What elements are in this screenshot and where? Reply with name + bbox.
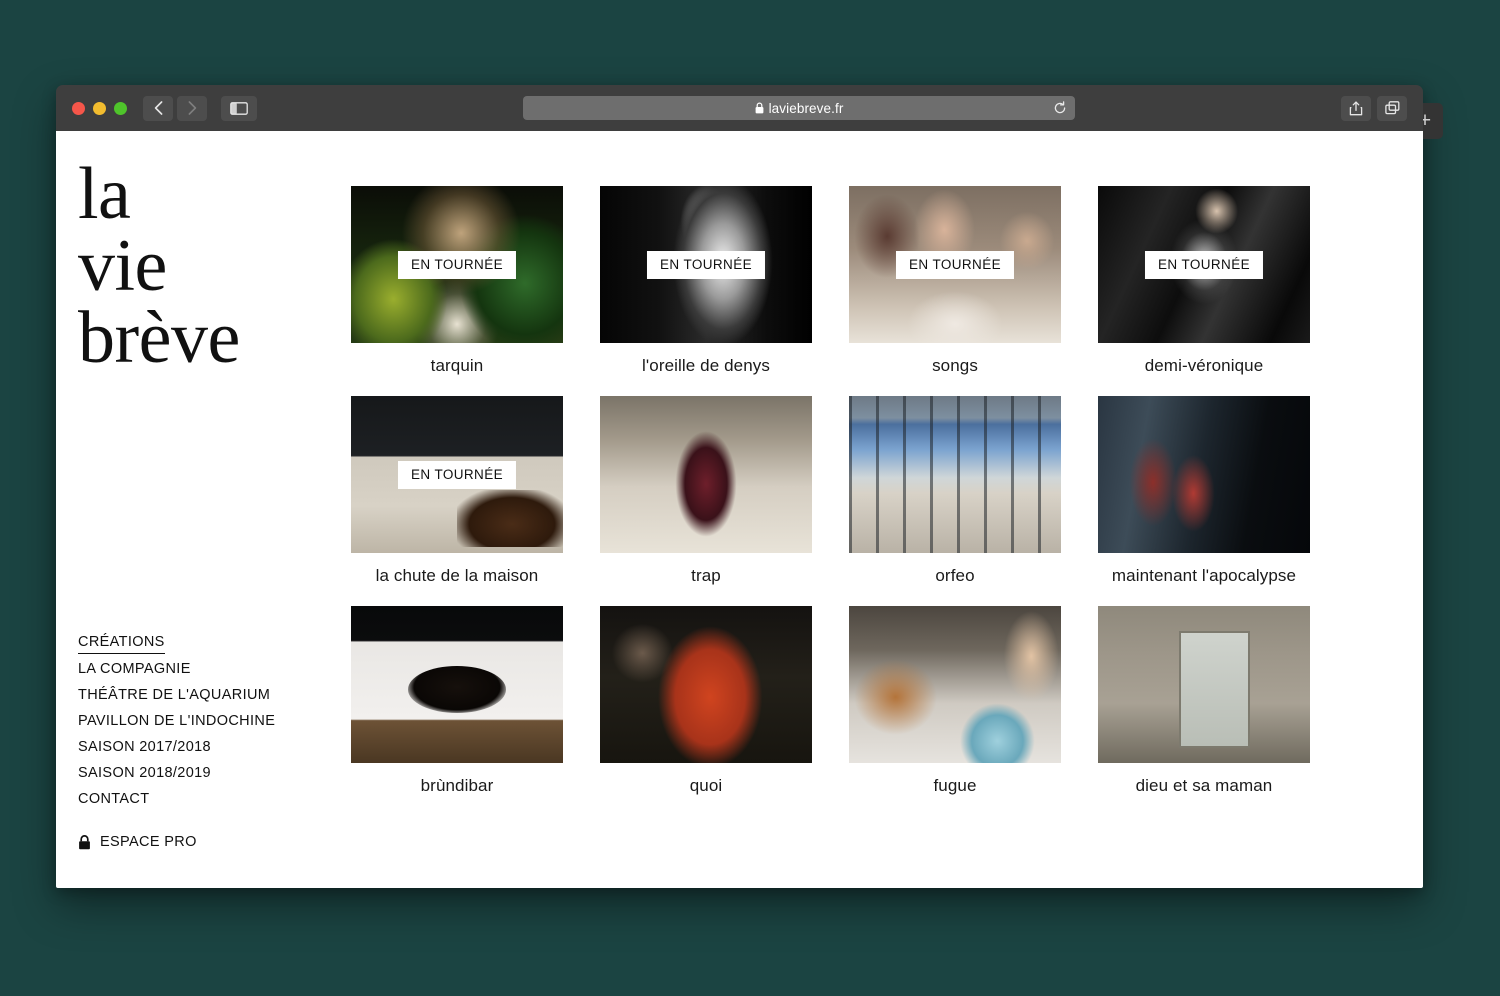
- status-badge: EN TOURNÉE: [895, 250, 1015, 279]
- nav-item-la-compagnie[interactable]: LA COMPAGNIE: [78, 656, 338, 682]
- address-bar[interactable]: laviebreve.fr: [523, 96, 1075, 120]
- production-thumbnail[interactable]: [849, 606, 1061, 763]
- logo-line-1: la: [78, 153, 131, 235]
- production-title: songs: [932, 356, 978, 375]
- production-title: l'oreille de denys: [642, 356, 770, 375]
- tab-overview-icon: [1384, 101, 1399, 115]
- production-thumbnail[interactable]: EN TOURNÉE: [351, 186, 563, 343]
- production-thumbnail[interactable]: EN TOURNÉE: [600, 186, 812, 343]
- production-thumbnail[interactable]: EN TOURNÉE: [1098, 186, 1310, 343]
- production-card[interactable]: EN TOURNÉE l'oreille de denys: [600, 186, 812, 376]
- close-window-button[interactable]: [72, 101, 85, 115]
- production-title: trap: [691, 566, 721, 585]
- site-logo[interactable]: la vie brève: [76, 153, 351, 379]
- status-badge: EN TOURNÉE: [397, 460, 517, 489]
- production-thumbnail[interactable]: [351, 606, 563, 763]
- site-navigation: CRÉATIONS LA COMPAGNIE THÉÂTRE DE L'AQUA…: [78, 631, 338, 850]
- production-card[interactable]: EN TOURNÉE tarquin: [351, 186, 563, 376]
- navigation-buttons: [143, 95, 207, 121]
- production-title: brùndibar: [420, 776, 494, 795]
- nav-item-contact[interactable]: CONTACT: [78, 786, 338, 812]
- address-bar-area: laviebreve.fr: [271, 96, 1327, 120]
- nav-item-pavillon-de-l-indochine[interactable]: PAVILLON DE L'INDOCHINE: [78, 708, 338, 734]
- production-card[interactable]: EN TOURNÉE songs: [849, 186, 1061, 376]
- espace-pro-label: ESPACE PRO: [100, 834, 197, 850]
- minimize-window-button[interactable]: [93, 101, 106, 115]
- production-card[interactable]: EN TOURNÉE la chute de la maison: [351, 396, 563, 586]
- web-page: la vie brève CRÉATIONS LA COMPAGNIE THÉÂ…: [56, 131, 1423, 888]
- production-title: orfeo: [935, 566, 975, 585]
- production-title: dieu et sa maman: [1135, 776, 1273, 795]
- production-title: quoi: [689, 776, 723, 795]
- tab-overview-button[interactable]: [1377, 95, 1407, 121]
- production-title: demi-véronique: [1144, 356, 1264, 375]
- site-sidebar: la vie brève CRÉATIONS LA COMPAGNIE THÉÂ…: [56, 131, 351, 888]
- nav-item-saison-2017-2018[interactable]: SAISON 2017/2018: [78, 734, 338, 760]
- nav-item-saison-2018-2019[interactable]: SAISON 2018/2019: [78, 760, 338, 786]
- nav-item-theatre-de-l-aquarium[interactable]: THÉÂTRE DE L'AQUARIUM: [78, 682, 338, 708]
- nav-item-creations: CRÉATIONS: [78, 631, 338, 656]
- production-thumbnail[interactable]: EN TOURNÉE: [351, 396, 563, 553]
- sidebar-toggle-wrap: [221, 95, 257, 121]
- back-button[interactable]: [143, 95, 173, 121]
- logo-line-2: vie: [78, 224, 167, 307]
- production-title: fugue: [933, 776, 977, 795]
- production-image: [600, 606, 812, 763]
- production-card[interactable]: orfeo: [849, 396, 1061, 586]
- browser-toolbar: laviebreve.fr: [56, 85, 1423, 131]
- production-card[interactable]: maintenant l'apocalypse: [1098, 396, 1310, 586]
- lock-icon: [755, 102, 763, 114]
- production-title: la chute de la maison: [375, 566, 539, 585]
- espace-pro-link[interactable]: ESPACE PRO: [78, 834, 338, 850]
- url-text: laviebreve.fr: [768, 100, 844, 116]
- status-badge: EN TOURNÉE: [646, 250, 766, 279]
- productions-grid: EN TOURNÉE tarquin EN TOURNÉE l'oreille …: [351, 186, 1363, 796]
- window-controls: [72, 101, 127, 115]
- logo-line-3: brève: [78, 296, 240, 379]
- production-title: tarquin: [430, 356, 484, 375]
- toolbar-right-buttons: [1341, 95, 1407, 121]
- nav-link-creations[interactable]: CRÉATIONS: [78, 631, 165, 654]
- reload-button[interactable]: [1052, 100, 1068, 116]
- production-thumbnail[interactable]: [849, 396, 1061, 553]
- productions-area: EN TOURNÉE tarquin EN TOURNÉE l'oreille …: [351, 131, 1423, 888]
- production-card[interactable]: brùndibar: [351, 606, 563, 796]
- production-card[interactable]: quoi: [600, 606, 812, 796]
- production-card[interactable]: dieu et sa maman: [1098, 606, 1310, 796]
- production-thumbnail[interactable]: EN TOURNÉE: [849, 186, 1061, 343]
- production-thumbnail[interactable]: [600, 606, 812, 763]
- production-image: [849, 396, 1061, 553]
- production-card[interactable]: trap: [600, 396, 812, 586]
- production-thumbnail[interactable]: [1098, 606, 1310, 763]
- status-badge: EN TOURNÉE: [397, 250, 517, 279]
- production-image: [849, 606, 1061, 763]
- forward-button[interactable]: [177, 95, 207, 121]
- share-icon: [1349, 100, 1363, 115]
- production-thumbnail[interactable]: [600, 396, 812, 553]
- browser-window: + laviebreve.fr la vie brève CRÉATIONS L…: [56, 85, 1443, 888]
- sidebar-toggle-button[interactable]: [221, 95, 257, 121]
- share-button[interactable]: [1341, 95, 1371, 121]
- zoom-window-button[interactable]: [114, 101, 127, 115]
- production-card[interactable]: EN TOURNÉE demi-véronique: [1098, 186, 1310, 376]
- production-image: [1098, 606, 1310, 763]
- production-card[interactable]: fugue: [849, 606, 1061, 796]
- reload-icon: [1054, 101, 1066, 114]
- production-title: maintenant l'apocalypse: [1111, 566, 1297, 585]
- production-image: [351, 606, 563, 763]
- status-badge: EN TOURNÉE: [1144, 250, 1264, 279]
- production-thumbnail[interactable]: [1098, 396, 1310, 553]
- production-image: [600, 396, 812, 553]
- production-image: [1098, 396, 1310, 553]
- lock-icon: [79, 834, 90, 849]
